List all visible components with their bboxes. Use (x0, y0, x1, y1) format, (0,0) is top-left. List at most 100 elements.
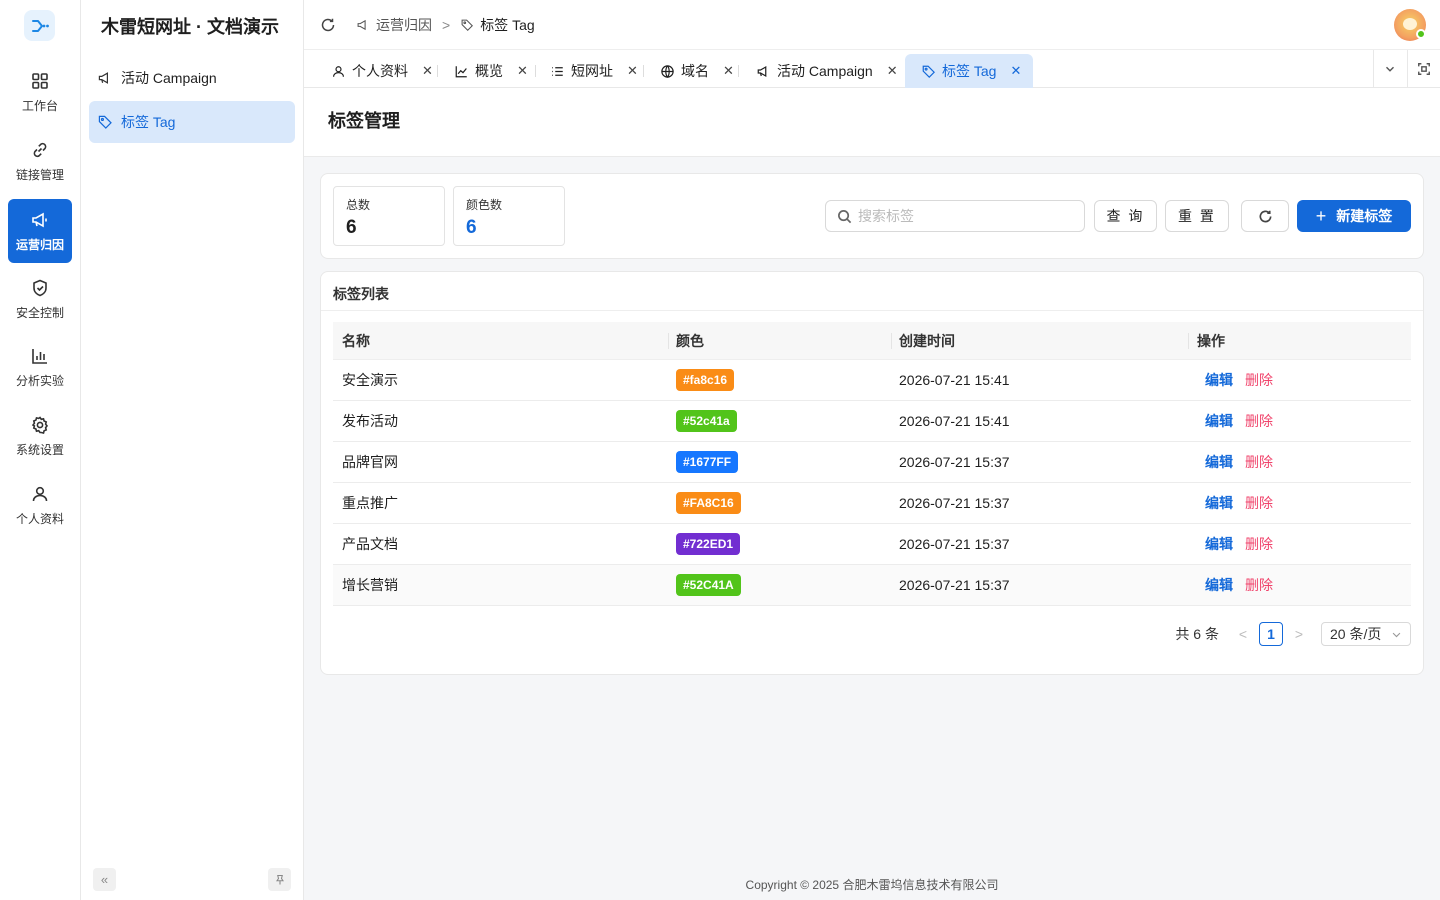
link-icon (33, 142, 47, 157)
table-row: 品牌官网 #1677FF 2026-07-21 15:37 编辑 删除 (333, 442, 1411, 483)
refresh-icon[interactable] (320, 17, 336, 33)
tab-label: 短网址 (571, 63, 613, 79)
tab-label: 标签 Tag (942, 63, 997, 79)
tab-overview[interactable]: 概览 ✕ (454, 54, 528, 88)
rail-item-profile[interactable]: 个人资料 (8, 473, 72, 537)
close-icon[interactable]: ✕ (1010, 63, 1021, 79)
stat-label: 总数 (346, 198, 371, 212)
pin-sidebar-button[interactable] (268, 868, 291, 891)
icon-rail: 工作台 链接管理 运营归因 安全控制 分析实验 系统设置 个人资料 (0, 0, 81, 900)
line-chart-icon (455, 65, 467, 77)
tab-profile[interactable]: 个人资料 ✕ (331, 54, 433, 88)
sidebar-item-campaign[interactable]: 活动 Campaign (89, 57, 295, 99)
close-icon[interactable]: ✕ (422, 63, 433, 79)
table-row: 增长营销 #52C41A 2026-07-21 15:37 编辑 删除 (333, 565, 1411, 606)
dashboard-icon (32, 72, 48, 89)
user-icon (32, 486, 48, 501)
rail-item-analytics[interactable]: 分析实验 (8, 335, 72, 399)
close-icon[interactable]: ✕ (627, 63, 638, 79)
delete-button[interactable]: 删除 (1245, 495, 1273, 511)
create-tag-label: 新建标签 (1336, 208, 1393, 224)
fullscreen-button[interactable] (1407, 50, 1440, 88)
edit-button[interactable]: 编辑 (1205, 372, 1233, 388)
megaphone-icon (98, 72, 108, 84)
edit-button[interactable]: 编辑 (1205, 413, 1233, 429)
column-header-color[interactable]: 颜色 (668, 331, 891, 351)
query-button[interactable]: 查 询 (1094, 200, 1157, 232)
rail-item-workbench[interactable]: 工作台 (8, 60, 72, 124)
color-badge: #722ED1 (676, 533, 741, 555)
color-badge: #52C41A (676, 574, 741, 596)
rail-item-label: 分析实验 (15, 373, 64, 388)
edit-button[interactable]: 编辑 (1205, 454, 1233, 470)
table-header: 名称 颜色 创建时间 操作 (333, 322, 1411, 360)
rail-item-settings[interactable]: 系统设置 (8, 404, 72, 468)
rail-item-links[interactable]: 链接管理 (8, 129, 72, 193)
stat-value: 6 (466, 217, 477, 238)
tab-label: 域名 (681, 63, 709, 79)
breadcrumb-item-operations[interactable]: 运营归因 (376, 15, 432, 35)
tag-icon (461, 19, 474, 31)
refresh-button[interactable] (1241, 200, 1289, 232)
row-actions: 编辑 删除 (1189, 411, 1411, 431)
close-icon[interactable]: ✕ (723, 63, 734, 79)
created-time: 2026-07-21 15:37 (899, 454, 1010, 470)
page-number[interactable]: 1 (1259, 622, 1283, 646)
prev-page-button[interactable]: < (1235, 626, 1251, 642)
tab-short-urls[interactable]: 短网址 ✕ (550, 54, 638, 88)
delete-button[interactable]: 删除 (1245, 577, 1273, 593)
rail-item-label: 运营归因 (15, 237, 64, 252)
tag-name: 安全演示 (342, 372, 398, 388)
sidebar-item-tag[interactable]: 标签 Tag (89, 101, 295, 143)
search-box[interactable] (825, 200, 1085, 232)
breadcrumb-separator: > (442, 17, 451, 33)
rail-item-security[interactable]: 安全控制 (8, 267, 72, 331)
tag-color-cell: #52c41a (668, 410, 891, 432)
secondary-sidebar: 木雷短网址 · 文档演示 活动 Campaign 标签 Tag « (81, 0, 304, 900)
collapse-sidebar-button[interactable]: « (93, 868, 116, 891)
table-row: 产品文档 #722ED1 2026-07-21 15:37 编辑 删除 (333, 524, 1411, 565)
tab-label: 活动 Campaign (777, 63, 873, 79)
gear-icon (31, 415, 49, 434)
color-badge: #52c41a (676, 410, 737, 432)
delete-button[interactable]: 删除 (1245, 372, 1273, 388)
app-logo[interactable] (24, 10, 55, 41)
delete-button[interactable]: 删除 (1245, 413, 1273, 429)
tag-color-cell: #1677FF (668, 451, 891, 473)
created-time: 2026-07-21 15:41 (899, 372, 1010, 388)
create-tag-button[interactable]: + 新建标签 (1297, 200, 1411, 232)
edit-button[interactable]: 编辑 (1205, 577, 1233, 593)
stat-colors: 颜色数 6 (453, 186, 565, 246)
edit-button[interactable]: 编辑 (1205, 495, 1233, 511)
tab-campaign[interactable]: 活动 Campaign ✕ (756, 54, 898, 88)
table-row: 发布活动 #52c41a 2026-07-21 15:41 编辑 删除 (333, 401, 1411, 442)
tag-icon (98, 115, 112, 129)
reset-button[interactable]: 重 置 (1165, 200, 1229, 232)
close-icon[interactable]: ✕ (887, 63, 898, 79)
row-actions: 编辑 删除 (1189, 534, 1411, 554)
tag-list-card: 标签列表 名称 颜色 创建时间 操作 安全演示 #fa8c16 2026-07-21… (320, 271, 1424, 675)
tag-color-cell: #52C41A (668, 574, 891, 596)
delete-button[interactable]: 删除 (1245, 454, 1273, 470)
column-header-created[interactable]: 创建时间 (891, 331, 1189, 351)
tag-color-cell: #fa8c16 (668, 369, 891, 391)
page-size-select[interactable]: 20 条/页 (1321, 622, 1411, 646)
bar-chart-icon (32, 348, 47, 364)
rail-item-operations[interactable]: 运营归因 (8, 199, 72, 263)
tag-table: 名称 颜色 创建时间 操作 安全演示 #fa8c16 2026-07-21 15:4… (333, 322, 1411, 606)
next-page-button[interactable]: > (1291, 626, 1307, 642)
tabs-dropdown-button[interactable] (1373, 50, 1406, 88)
tab-domains[interactable]: 域名 ✕ (660, 54, 734, 88)
stat-total: 总数 6 (333, 186, 445, 246)
close-icon[interactable]: ✕ (517, 63, 528, 79)
list-icon (552, 66, 563, 76)
refresh-icon (1259, 209, 1271, 222)
table-row: 重点推广 #FA8C16 2026-07-21 15:37 编辑 删除 (333, 483, 1411, 524)
delete-button[interactable]: 删除 (1245, 536, 1273, 552)
search-input[interactable] (858, 208, 1058, 224)
row-actions: 编辑 删除 (1189, 452, 1411, 472)
edit-button[interactable]: 编辑 (1205, 536, 1233, 552)
tab-tag[interactable]: 标签 Tag ✕ (905, 54, 1034, 88)
online-status-dot (1416, 29, 1426, 39)
column-header-name[interactable]: 名称 (333, 331, 668, 351)
